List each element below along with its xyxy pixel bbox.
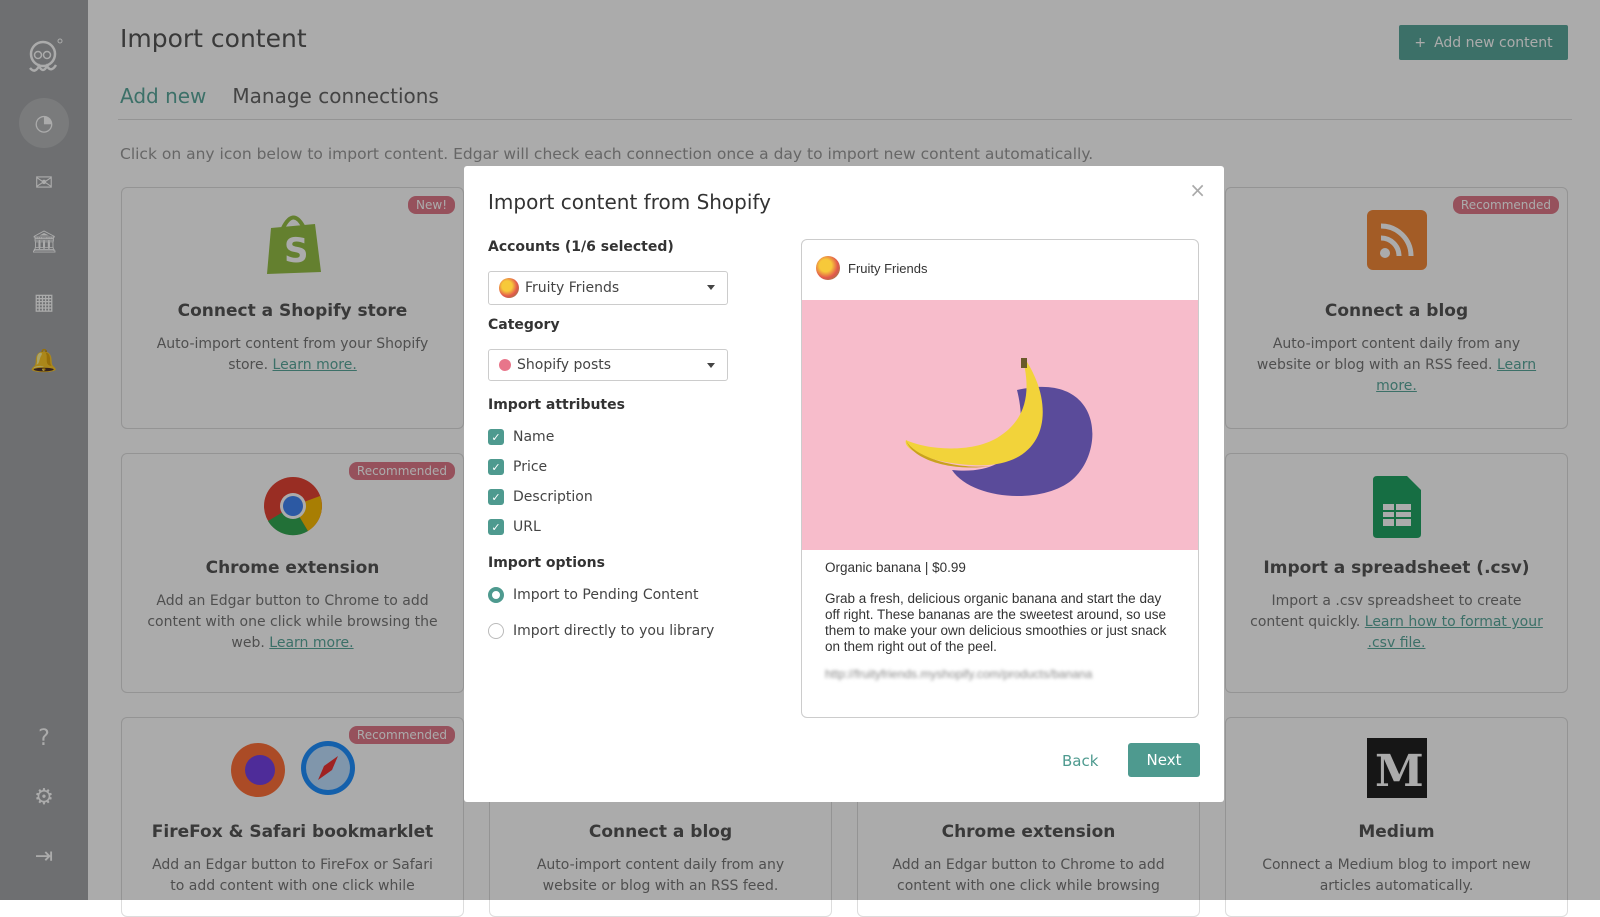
preview-description: Grab a fresh, delicious organic banana a… [825, 591, 1167, 654]
checkmark-icon: ✓ [488, 489, 504, 505]
preview-url: http://fruityfriends.myshopify.com/produ… [825, 667, 1093, 681]
category-select[interactable]: Shopify posts [488, 349, 728, 381]
next-button[interactable]: Next [1128, 743, 1200, 777]
import-attributes-label: Import attributes [488, 397, 625, 413]
checkmark-icon: ✓ [488, 519, 504, 535]
radio-selected [488, 587, 504, 603]
back-button[interactable]: Back [1062, 752, 1098, 770]
category-color-dot [499, 359, 511, 371]
attribute-url-checkbox[interactable]: ✓ URL [488, 519, 541, 535]
banana-image [802, 300, 1198, 550]
option-pending-radio[interactable]: Import to Pending Content [488, 587, 699, 603]
account-avatar [816, 256, 840, 280]
attribute-price-checkbox[interactable]: ✓ Price [488, 459, 547, 475]
option-library-radio[interactable]: Import directly to you library [488, 623, 714, 639]
preview-headline: Organic banana | $0.99 [825, 560, 966, 575]
import-shopify-dialog: Import content from Shopify × Accounts (… [464, 166, 1224, 802]
category-label: Category [488, 317, 560, 333]
preview-header: Fruity Friends [816, 256, 927, 280]
checkmark-icon: ✓ [488, 429, 504, 445]
dialog-title: Import content from Shopify [488, 190, 771, 214]
accounts-label: Accounts (1/6 selected) [488, 239, 674, 255]
checkmark-icon: ✓ [488, 459, 504, 475]
close-icon[interactable]: × [1189, 178, 1206, 202]
chevron-down-icon [707, 285, 715, 290]
radio-unselected [488, 623, 504, 639]
chevron-down-icon [707, 363, 715, 368]
post-preview: Fruity Friends Organic banana | $0.99 Gr… [801, 239, 1199, 718]
account-avatar [499, 278, 519, 298]
import-options-label: Import options [488, 555, 605, 571]
attribute-description-checkbox[interactable]: ✓ Description [488, 489, 593, 505]
attribute-name-checkbox[interactable]: ✓ Name [488, 429, 554, 445]
accounts-select[interactable]: Fruity Friends [488, 271, 728, 305]
